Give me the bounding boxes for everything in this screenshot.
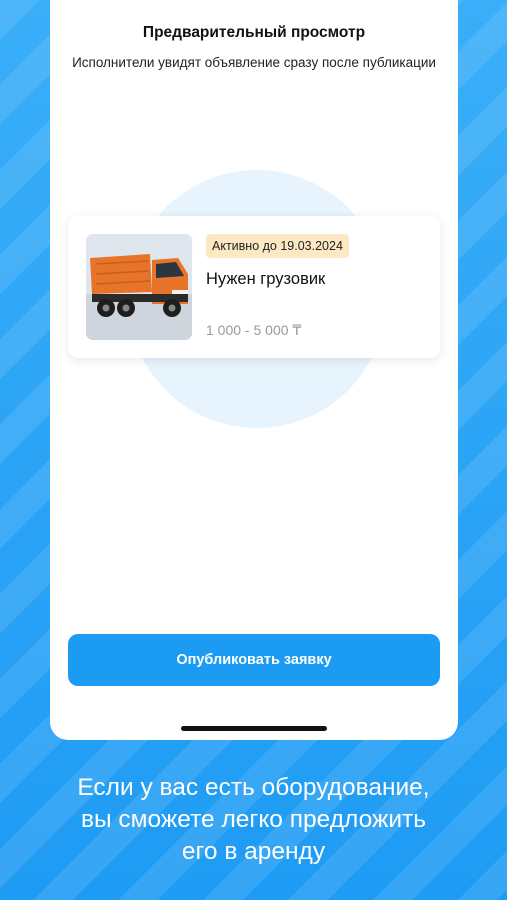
promo-line: вы сможете легко предложить <box>81 806 426 833</box>
page-subtitle: Исполнители увидят объявление сразу посл… <box>72 55 436 70</box>
listing-card[interactable]: Активно до 19.03.2024 Нужен грузовик 1 0… <box>68 216 440 358</box>
promo-text: Если у вас есть оборудование, вы сможете… <box>10 772 497 868</box>
status-badge: Активно до 19.03.2024 <box>206 234 349 258</box>
publish-button[interactable]: Опубликовать заявку <box>68 634 440 686</box>
home-indicator[interactable] <box>181 726 327 731</box>
promo-line: Если у вас есть оборудование, <box>77 774 430 801</box>
promo-line: его в аренду <box>181 838 326 865</box>
listing-price: 1 000 - 5 000 ₸ <box>206 322 302 338</box>
listing-title: Нужен грузовик <box>206 270 326 288</box>
phone-screen: Предварительный просмотр Исполнители уви… <box>50 0 458 740</box>
page-title: Предварительный просмотр <box>142 24 366 41</box>
truck-image <box>86 234 192 340</box>
